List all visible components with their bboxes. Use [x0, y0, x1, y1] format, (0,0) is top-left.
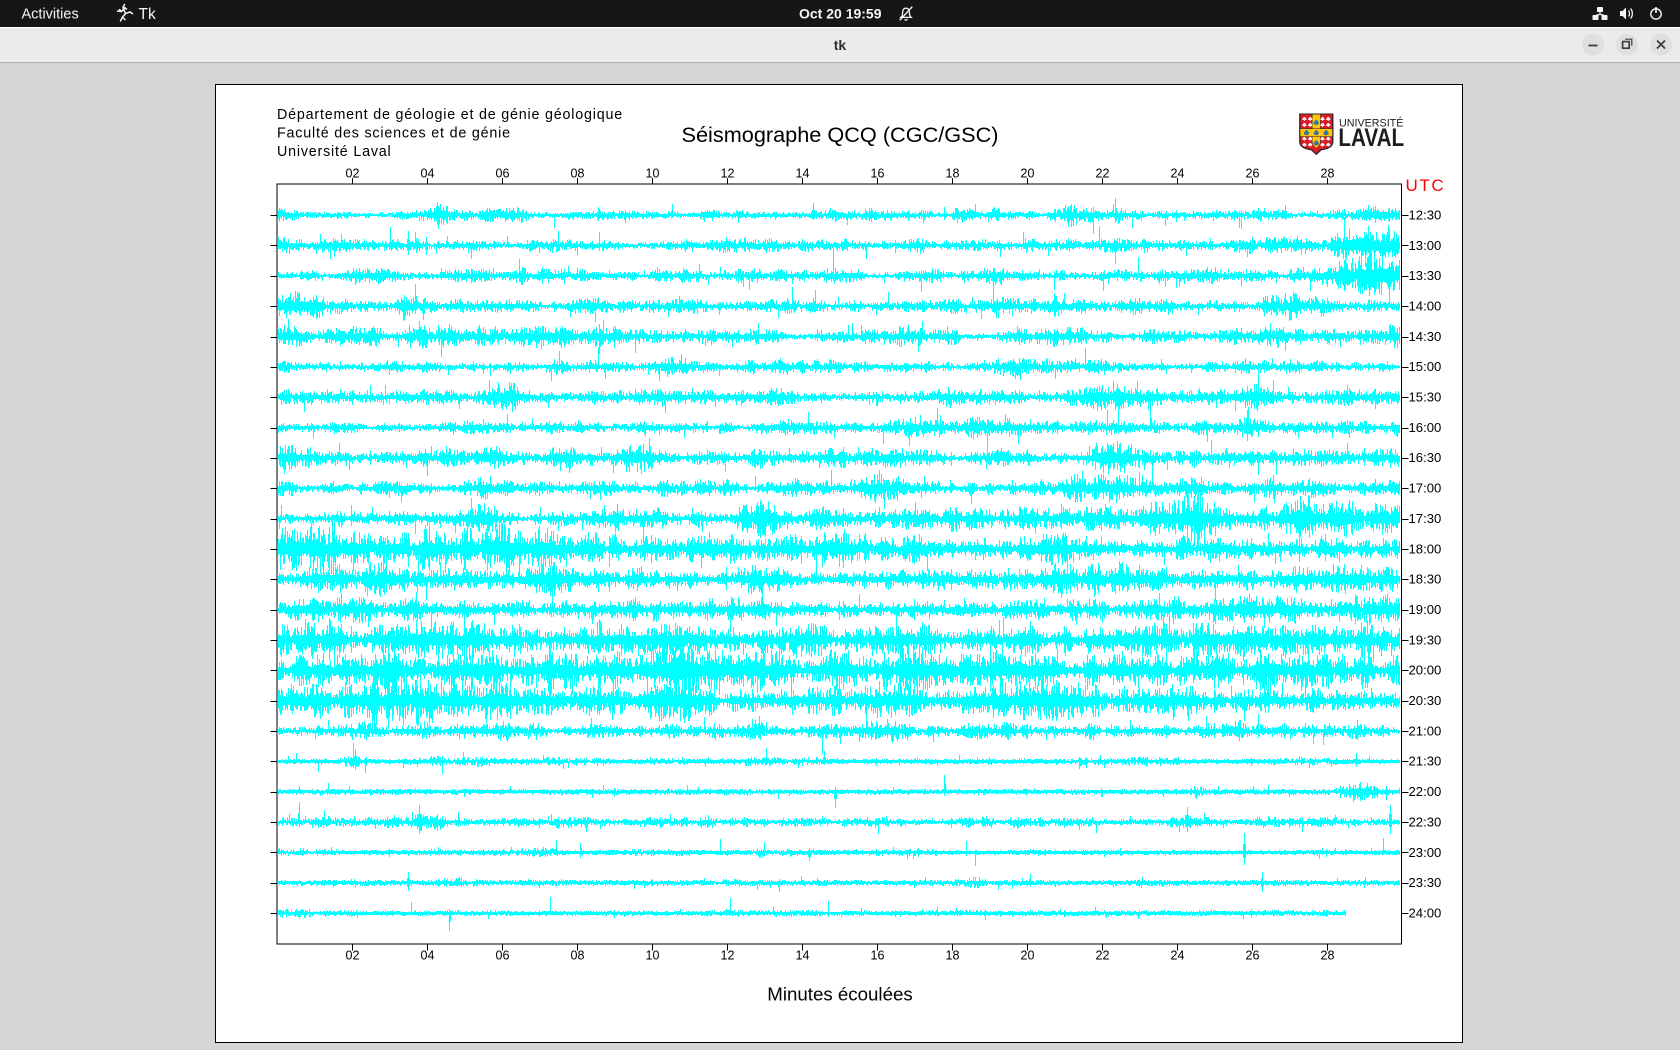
svg-text:LAVAL: LAVAL [1338, 123, 1404, 151]
